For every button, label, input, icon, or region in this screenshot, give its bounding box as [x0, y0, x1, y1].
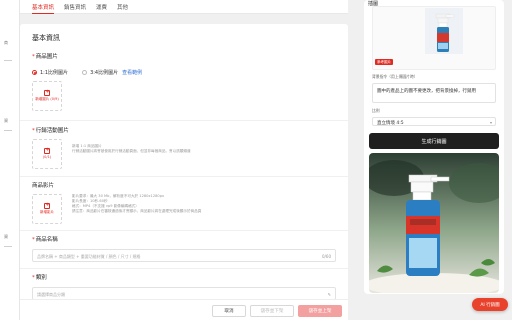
reference-badge: 參考圖片: [375, 59, 393, 65]
ratio-radio-group: 1:1比例圖片 3:4比例圖片 查看範例: [32, 69, 142, 76]
generate-button[interactable]: 生成行銷圖: [369, 133, 499, 149]
upload-count: (0/1): [42, 155, 52, 160]
basic-info-panel: 基本資訊 *商品圖片 1:1比例圖片 3:4比例圖片 查看範例 新增圖片 (0/…: [20, 24, 348, 320]
video-label: 商品影片: [32, 183, 55, 189]
category-label: *類別: [32, 275, 47, 281]
ratio-select[interactable]: 直立情境 4:5 ▾: [372, 117, 496, 126]
radio-3-4-label: 3:4比例圖片: [90, 70, 119, 76]
video-upload[interactable]: 新增影片: [32, 194, 62, 224]
hint-line: 行銷活動圖片將會被使用於行銷活動頁面，但並非每個商品，會以該類頻道: [72, 149, 191, 153]
cancel-button[interactable]: 取消: [212, 305, 246, 317]
tab-other[interactable]: 其他: [113, 0, 134, 14]
side-nav-item[interactable]: 資: [4, 234, 8, 240]
image-add-icon: [44, 89, 50, 97]
image-add-icon: [44, 147, 50, 155]
left-side-nav: 商 資 資: [0, 0, 20, 320]
tab-basic-info[interactable]: 基本資訊: [28, 0, 60, 14]
ai-marketing-fab[interactable]: AI 行銷圖: [472, 298, 508, 311]
prompt-label: 背景指令（用上傳圖片時）: [372, 74, 418, 79]
product-name-placeholder: 品牌名稱 + 商品類型 + 重要功能材質 / 顏色 / 尺寸 / 規格: [37, 253, 141, 259]
promo-image-hints: 新增 1:1 商品圖片 行銷活動圖片將會被使用於行銷活動頁面，但並非每個商品，會…: [72, 144, 191, 154]
prompt-textarea[interactable]: 圖中的產品上的圖不要更改，把背景換掉，行銷用: [372, 83, 496, 103]
category-placeholder: 請選擇商品分類: [37, 291, 65, 297]
side-nav-divider: [4, 130, 12, 131]
upload-video-text: 新增影片: [40, 210, 54, 215]
side-nav-item[interactable]: 資: [4, 118, 8, 124]
promo-image-upload[interactable]: (0/1): [32, 139, 62, 169]
side-nav-divider: [4, 246, 12, 247]
radio-1-1[interactable]: [32, 70, 37, 75]
tab-shipping[interactable]: 運費: [92, 0, 113, 14]
side-nav-divider: [4, 60, 12, 61]
save-publish-button[interactable]: 儲存並上架: [298, 305, 342, 317]
app-root: 商 資 資 基本資訊 銷售資訊 運費 其他 基本資訊 *商品圖片 1:1比例圖片…: [0, 0, 512, 320]
section-tabs: 基本資訊 銷售資訊 運費 其他: [20, 0, 348, 14]
ratio-value: 直立情境 4:5: [377, 120, 404, 126]
product-image-label: *商品圖片: [32, 54, 58, 60]
video-add-icon: [44, 202, 50, 210]
product-name-input[interactable]: 品牌名稱 + 商品類型 + 重要功能材質 / 顏色 / 尺寸 / 規格 0/60: [32, 249, 336, 262]
side-nav-item[interactable]: 商: [4, 40, 8, 46]
video-hints: 影片要求：最大 30 Mb，解析度不可大於 1280x1280px 影片長度：1…: [72, 194, 201, 214]
reference-thumbnail: [425, 8, 463, 54]
generated-image: [369, 153, 499, 293]
edit-pencil-icon[interactable]: ✎: [328, 292, 331, 297]
chevron-down-icon: ▾: [489, 119, 492, 125]
char-counter: 0/60: [322, 253, 331, 259]
ratio-label: 比例: [372, 108, 380, 113]
view-example-link[interactable]: 查看範例: [122, 69, 142, 76]
upload-count: 新增圖片 (0/9): [35, 97, 59, 102]
tab-sales-info[interactable]: 銷售資訊: [60, 0, 92, 14]
save-unpublish-button[interactable]: 儲存並下架: [250, 305, 294, 317]
ai-image-panel: 插圖 參考圖片 背景指令（用上傳圖片時） 圖中的產品上的圖不要更改，把背景換掉，…: [364, 0, 504, 294]
product-image-upload[interactable]: 新增圖片 (0/9): [32, 81, 62, 111]
promo-image-label: *行銷活動圖片: [32, 128, 69, 134]
radio-3-4[interactable]: [82, 70, 88, 75]
form-footer: 取消 儲存並下架 儲存並上架: [20, 299, 348, 320]
product-name-label: *商品名稱: [32, 237, 58, 243]
page-title: 基本資訊: [32, 34, 60, 42]
reference-image-area[interactable]: 參考圖片: [372, 6, 496, 70]
hint-line: 請注意：商品影片在審核通過後才會顯示，商品影片將在處理完成後顯示於商品頁: [72, 209, 202, 213]
radio-1-1-label: 1:1比例圖片: [40, 70, 69, 76]
